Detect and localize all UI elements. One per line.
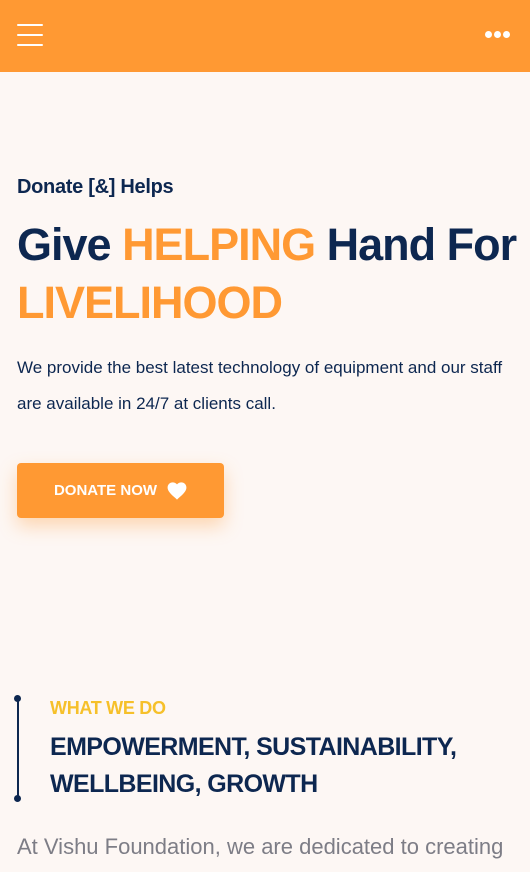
dot	[503, 31, 510, 38]
top-app-bar	[0, 0, 530, 72]
hero-eyebrow: Donate [&] Helps	[17, 176, 174, 198]
donate-now-button[interactable]: DONATE NOW	[17, 463, 224, 518]
heart-icon	[167, 481, 187, 500]
headline-accent-livelihood: LIVELIHOOD	[17, 277, 283, 328]
divider-dot-top	[14, 695, 21, 702]
headline-part-give: Give	[17, 219, 123, 270]
donate-now-label: DONATE NOW	[53, 482, 158, 499]
hamburger-menu-icon[interactable]	[17, 24, 43, 46]
menu-line	[17, 24, 43, 26]
section-label: WHAT WE DO	[50, 698, 166, 718]
hero-headline: Give HELPING Hand For LIVELIHOOD	[17, 216, 517, 332]
section-intro-text: At Vishu Foundation, we are dedicated to…	[17, 834, 504, 859]
vertical-divider	[14, 695, 21, 802]
dot	[494, 31, 501, 38]
divider-line	[16, 699, 19, 797]
section-title: EMPOWERMENT, SUSTAINABILITY, WELLBEING, …	[50, 733, 457, 798]
dot	[485, 31, 492, 38]
headline-part-hand-for: Hand For	[315, 219, 518, 270]
more-dots-icon[interactable]	[485, 31, 511, 39]
menu-line	[17, 44, 43, 46]
divider-dot-bottom	[14, 795, 21, 802]
menu-line	[17, 34, 43, 36]
headline-accent-helping: HELPING	[122, 219, 316, 270]
hero-intro-text: We provide the best latest technology of…	[17, 358, 503, 413]
